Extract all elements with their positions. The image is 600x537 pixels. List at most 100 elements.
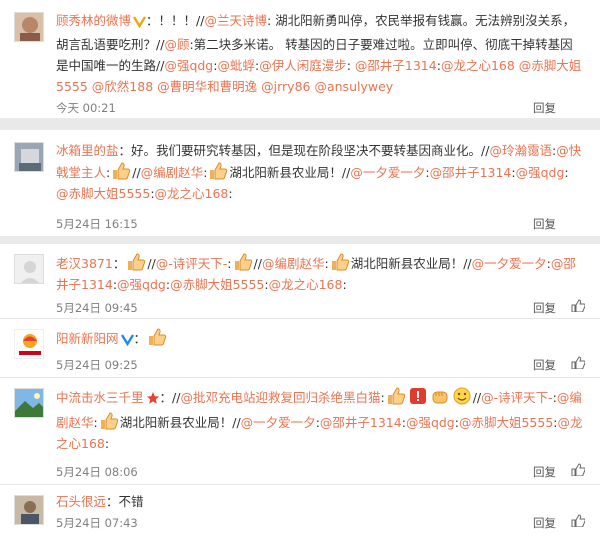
comment-text: : bbox=[564, 165, 569, 180]
like-button[interactable] bbox=[571, 299, 585, 313]
comment-body: 石头很远：不错 bbox=[56, 491, 584, 512]
avatar-face-icon bbox=[15, 13, 43, 41]
avatar[interactable] bbox=[14, 254, 44, 284]
comment-text: ： bbox=[133, 331, 147, 346]
comment-text: : bbox=[203, 165, 208, 180]
avatar-person-icon bbox=[15, 496, 43, 524]
mention-link[interactable]: @jrry86 bbox=[261, 79, 310, 94]
mention-link[interactable]: @顾 bbox=[164, 37, 189, 52]
comment-text: : bbox=[104, 436, 110, 451]
comment-text: 湖北阳新县农业局！// bbox=[229, 165, 351, 180]
mention-link[interactable]: @兰天诗博 bbox=[204, 13, 267, 28]
comment-text: // bbox=[132, 165, 141, 180]
username-link[interactable]: 顾秀林的微博 bbox=[56, 13, 131, 28]
comment-time: 今天 00:21 bbox=[56, 101, 116, 115]
mention-link[interactable]: @赤脚大姐5555 bbox=[56, 186, 150, 201]
mention-link[interactable]: @赤脚大姐5555 bbox=[459, 415, 553, 430]
avatar[interactable] bbox=[14, 12, 44, 42]
like-button[interactable] bbox=[571, 356, 585, 370]
mention-link[interactable]: @邵井子1314 bbox=[320, 415, 402, 430]
mention-link[interactable]: @玲瀚霭语 bbox=[489, 143, 552, 158]
mention-link[interactable]: @批邓充电站迎救复回归杀绝黑白猫 bbox=[180, 390, 380, 405]
default-avatar-icon bbox=[15, 255, 43, 283]
mention-link[interactable]: @强qdg bbox=[164, 58, 213, 73]
mention-link[interactable]: @龙之心168 bbox=[155, 186, 229, 201]
face-emoji-icon bbox=[452, 386, 472, 406]
comment-text: ： bbox=[112, 256, 126, 271]
like-button[interactable] bbox=[571, 514, 585, 528]
mention-link[interactable]: @一夕爱一夕 bbox=[241, 415, 316, 430]
mention-link[interactable]: @编剧赵华 bbox=[262, 256, 325, 271]
mention-link[interactable]: @-诗评天下- bbox=[481, 390, 553, 405]
username-link[interactable]: 冰箱里的盐 bbox=[56, 143, 119, 158]
mention-link[interactable]: @赤脚大姐5555 bbox=[170, 277, 264, 292]
comment-text: ：// bbox=[159, 390, 181, 405]
username-link[interactable]: 中流击水三千里 bbox=[56, 390, 144, 405]
avatar-photo-icon bbox=[15, 143, 43, 171]
comment-text: : bbox=[342, 277, 347, 292]
comment-body: 顾秀林的微博 ：！！！//@兰天诗博: 湖北阳新勇叫停，农民举报有钱赢。无法辨别沒… bbox=[56, 10, 584, 97]
comment-time: 5月24日 07:43 bbox=[56, 516, 138, 530]
comment-5: 中流击水三千里 ：//@批邓充电站迎救复回归杀绝黑白猫://@-诗评天下-:@编剧… bbox=[0, 378, 600, 484]
thumbs-up-emoji-icon bbox=[233, 252, 253, 272]
mention-link[interactable]: @伊人闲庭漫步 bbox=[259, 58, 347, 73]
mention-link[interactable]: @一夕爱一夕 bbox=[472, 256, 547, 271]
username-link[interactable]: 阳新新阳网 bbox=[56, 331, 119, 346]
comment-text: ：好。我们要研究转基因，但是现在阶段坚决不要转基因商业化。// bbox=[118, 143, 490, 158]
comment-text: : bbox=[93, 415, 98, 430]
avatar[interactable] bbox=[14, 142, 44, 172]
mention-link[interactable]: @编剧赵华 bbox=[141, 165, 204, 180]
mention-link[interactable]: @强qdg bbox=[406, 415, 455, 430]
mention-link[interactable]: @邵井子1314 bbox=[355, 58, 437, 73]
reply-button[interactable]: 回复 bbox=[533, 515, 556, 531]
comment-text: : bbox=[324, 256, 329, 271]
verified-badge-icon bbox=[120, 331, 134, 352]
comment-time: 5月24日 16:15 bbox=[56, 217, 138, 231]
avatar[interactable] bbox=[14, 495, 44, 525]
vip-badge-icon bbox=[132, 13, 147, 34]
comment-body: 中流击水三千里 ：//@批邓充电站迎救复回归杀绝黑白猫://@-诗评天下-:@编剧… bbox=[56, 386, 584, 454]
comment-text: : bbox=[227, 256, 232, 271]
comment-time: 5月24日 09:45 bbox=[56, 301, 138, 315]
mention-link[interactable]: @一夕爱一夕 bbox=[350, 165, 425, 180]
comment-time: 5月24日 08:06 bbox=[56, 465, 138, 479]
mention-link[interactable]: @蚍蜉 bbox=[217, 58, 255, 73]
like-icon bbox=[571, 356, 585, 369]
mention-link[interactable]: @ansulywey bbox=[314, 79, 393, 94]
mention-link[interactable]: @邵井子1314 bbox=[430, 165, 512, 180]
thumbs-up-emoji-icon bbox=[111, 161, 131, 181]
mention-link[interactable]: @强qdg bbox=[516, 165, 565, 180]
comment-text: : bbox=[228, 186, 233, 201]
avatar[interactable] bbox=[14, 329, 44, 359]
reply-button[interactable]: 回复 bbox=[533, 300, 556, 316]
thumbs-up-emoji-icon bbox=[126, 252, 146, 272]
thumbs-up-emoji-icon bbox=[208, 161, 228, 181]
comment-text: 湖北阳新县农业局！// bbox=[119, 415, 241, 430]
username-link[interactable]: 老汉3871 bbox=[56, 256, 113, 271]
mention-link[interactable]: @强qdg bbox=[117, 277, 166, 292]
reply-button[interactable]: 回复 bbox=[533, 357, 556, 373]
divider bbox=[0, 118, 600, 130]
mention-link[interactable]: @曹明华和曹明逸 bbox=[157, 79, 257, 94]
comment-4: 阳新新阳网 ： 5月24日 09:25 回复 bbox=[0, 319, 600, 377]
mention-link[interactable]: @龙之心168 bbox=[441, 58, 515, 73]
avatar-landscape-icon bbox=[15, 389, 43, 417]
comment-text: : bbox=[346, 58, 355, 73]
comment-body: 阳新新阳网 ： bbox=[56, 327, 584, 352]
reply-button[interactable]: 回复 bbox=[533, 464, 556, 480]
red-packet-emoji-icon bbox=[408, 386, 428, 406]
thumbs-up-emoji-icon bbox=[330, 252, 350, 272]
fist-emoji-icon bbox=[430, 386, 450, 406]
avatar[interactable] bbox=[14, 388, 44, 418]
thumbs-up-emoji-icon bbox=[99, 411, 119, 431]
like-icon bbox=[571, 299, 585, 312]
reply-button[interactable]: 回复 bbox=[533, 100, 556, 116]
reply-button[interactable]: 回复 bbox=[533, 216, 556, 232]
mention-link[interactable]: @-诗评天下- bbox=[156, 256, 228, 271]
like-button[interactable] bbox=[571, 463, 585, 477]
username-link[interactable]: 石头很远 bbox=[56, 494, 106, 509]
mention-link[interactable]: @龙之心168 bbox=[269, 277, 343, 292]
comment-2: 冰箱里的盐：好。我们要研究转基因，但是现在阶段坚决不要转基因商业化。//@玲瀚霭… bbox=[0, 130, 600, 236]
comment-text: : bbox=[106, 165, 111, 180]
mention-link[interactable]: @欣然188 bbox=[92, 79, 153, 94]
